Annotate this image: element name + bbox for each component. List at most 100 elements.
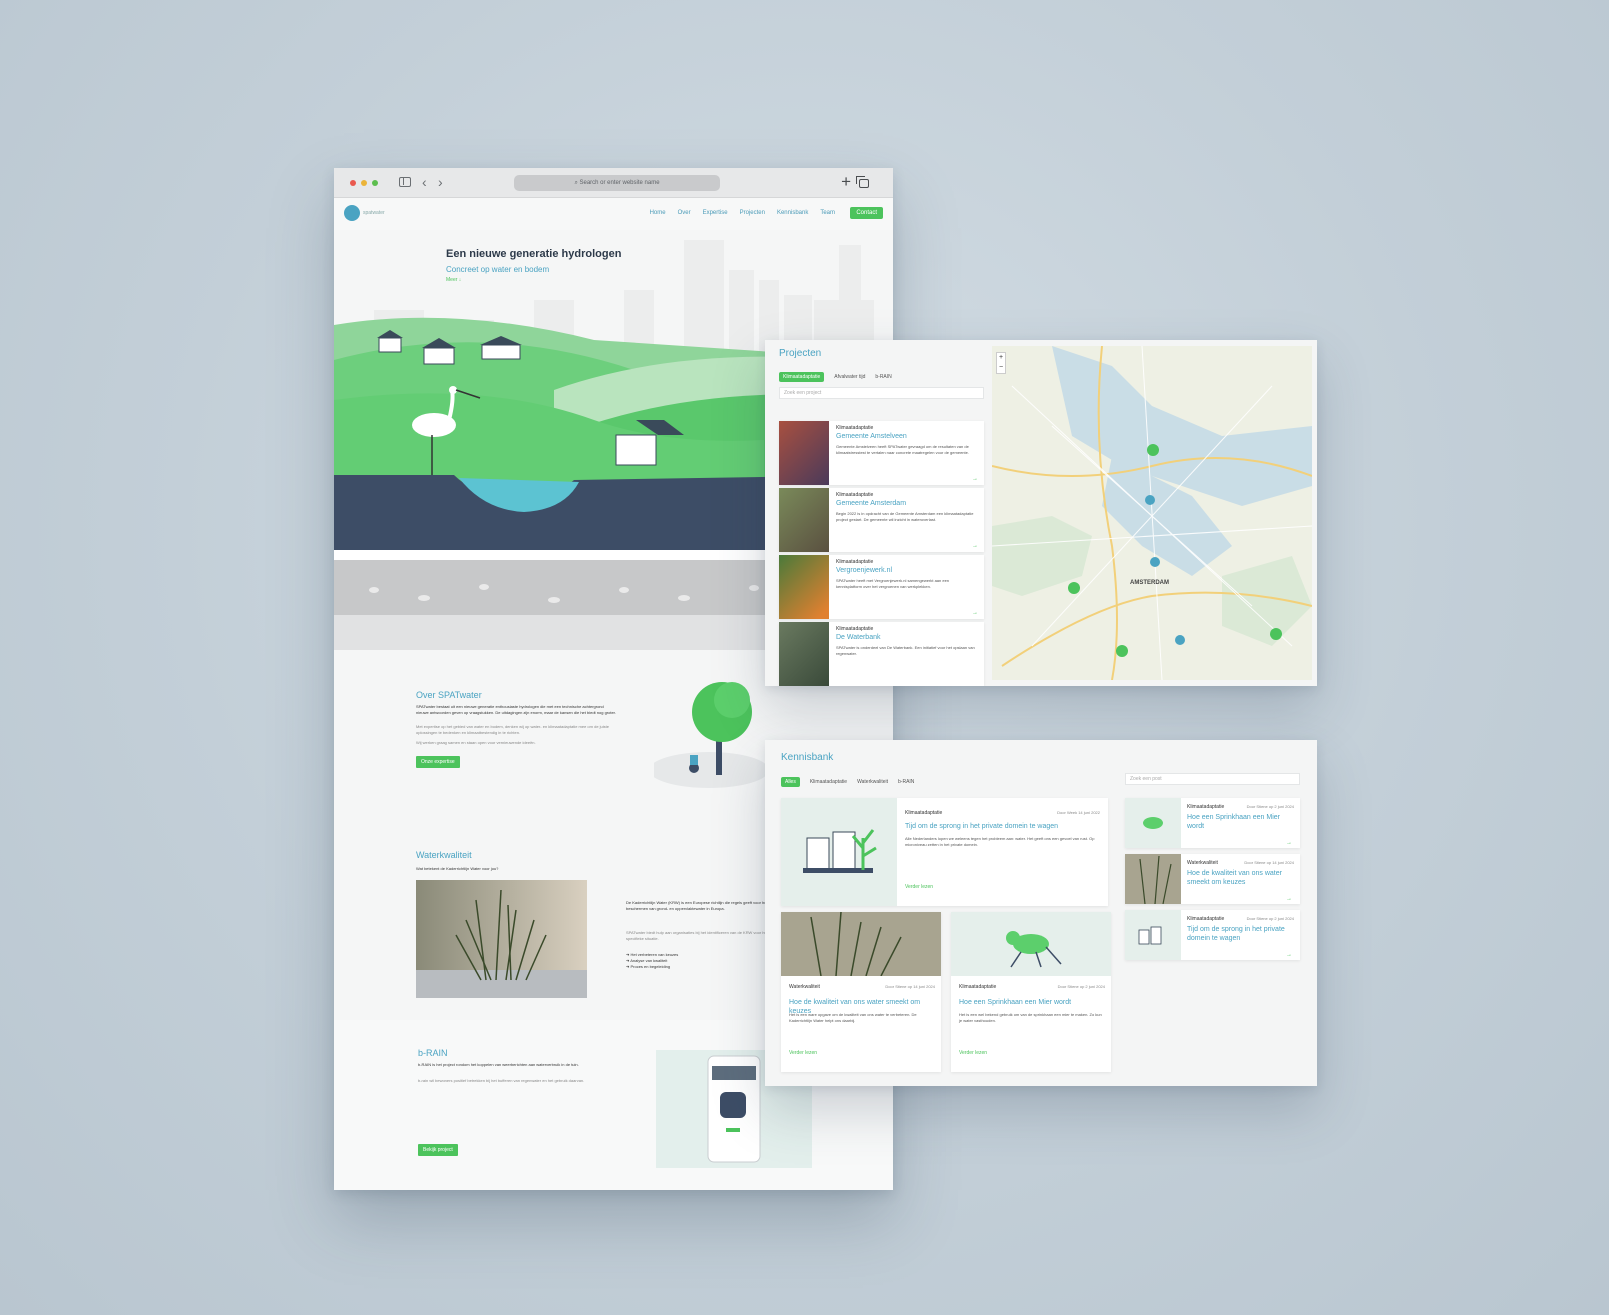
arrow-right-icon[interactable]: → <box>1286 952 1292 958</box>
read-more-link[interactable]: Verder lezen <box>789 1050 817 1056</box>
filter-alles[interactable]: Alles <box>781 777 800 787</box>
map-marker-icon <box>1147 444 1159 456</box>
logo-icon[interactable] <box>344 205 360 221</box>
address-bar[interactable]: ⌕ Search or enter website name <box>514 175 720 191</box>
post-title[interactable]: Hoe de kwaliteit van ons water smeekt om… <box>1187 869 1293 887</box>
project-card[interactable]: Klimaatadaptatie Gemeente Amstelveen Gem… <box>779 421 984 485</box>
new-tab-icon[interactable]: + <box>841 172 851 192</box>
post-category: Klimaatadaptatie <box>905 810 943 816</box>
post-card[interactable]: Waterkwaliteit Door Stiene op 14 juni 20… <box>781 912 941 1072</box>
side-post-card[interactable]: Waterkwaliteit Door Stiene op 14 juni 20… <box>1125 854 1300 904</box>
nav-link-kennisbank[interactable]: Kennisbank <box>777 210 808 216</box>
reeds-photo <box>416 880 587 998</box>
post-title[interactable]: Hoe een Sprinkhaan een Mier wordt <box>1187 813 1293 831</box>
forward-icon[interactable]: › <box>438 174 443 190</box>
project-category: Klimaatadaptatie <box>836 492 874 498</box>
filter-klimaatadaptatie[interactable]: Klimaatadaptatie <box>779 372 825 382</box>
post-title[interactable]: Tijd om de sprong in het private domein … <box>905 822 1100 831</box>
project-card[interactable]: Klimaatadaptatie De Waterbank SPATwater … <box>779 622 984 686</box>
filter-waterkwaliteit[interactable]: Waterkwaliteit <box>857 779 888 785</box>
post-date: Door Stiene op 2 juni 2024 <box>1057 984 1105 989</box>
reeds-thumbnail <box>1125 854 1181 904</box>
map-city-label: AMSTERDAM <box>1130 580 1169 586</box>
project-name[interactable]: Vergroenjewerk.nl <box>836 567 892 574</box>
maximize-window-button[interactable] <box>372 180 378 186</box>
post-search-input[interactable]: Zoek een post <box>1125 773 1300 785</box>
project-map[interactable]: + − AMSTERDAM <box>992 346 1312 680</box>
project-name[interactable]: De Waterbank <box>836 634 880 641</box>
arrow-right-icon[interactable]: → <box>1286 840 1292 846</box>
tab-overview-icon[interactable] <box>856 176 869 188</box>
project-card[interactable]: Klimaatadaptatie Gemeente Amsterdam Begi… <box>779 488 984 552</box>
project-thumbnail <box>779 555 829 619</box>
project-category: Klimaatadaptatie <box>836 626 874 632</box>
brain-title: b-RAIN <box>418 1048 448 1058</box>
nav-link-projecten[interactable]: Projecten <box>740 210 765 216</box>
post-category: Klimaatadaptatie <box>1187 804 1225 810</box>
map-marker-icon <box>1270 628 1282 640</box>
kennisbank-panel: Kennisbank Alles Klimaatadaptatie Waterk… <box>765 740 1317 1086</box>
filter-brain[interactable]: b-RAIN <box>875 374 891 380</box>
arrow-right-icon[interactable]: → <box>972 476 978 482</box>
nav-link-home[interactable]: Home <box>650 210 666 216</box>
projecten-title: Projecten <box>779 348 822 359</box>
hero-subtitle: Concreet op water en bodem <box>446 265 550 274</box>
houses-illustration <box>781 798 897 906</box>
post-card[interactable]: Klimaatadaptatie Door Stiene op 2 juni 2… <box>951 912 1111 1072</box>
nav-link-team[interactable]: Team <box>820 210 835 216</box>
side-post-card[interactable]: Klimaatadaptatie Door Stiene op 2 juni 2… <box>1125 798 1300 848</box>
project-thumbnail <box>779 421 829 485</box>
side-post-card[interactable]: Klimaatadaptatie Door Stiene op 2 juni 2… <box>1125 910 1300 960</box>
post-category: Waterkwaliteit <box>1187 860 1218 866</box>
featured-post-card[interactable]: Klimaatadaptatie Door Week 14 juni 2022 … <box>781 798 1108 906</box>
read-more-link[interactable]: Verder lezen <box>905 884 933 890</box>
post-category: Waterkwaliteit <box>789 984 820 990</box>
post-title[interactable]: Hoe een Sprinkhaan een Mier wordt <box>959 998 1105 1007</box>
project-thumbnail <box>779 488 829 552</box>
map-marker-icon <box>1145 495 1155 505</box>
project-search-input[interactable]: Zoek een project <box>779 387 984 399</box>
logo-text[interactable]: spatwater <box>363 210 385 216</box>
arrow-right-icon[interactable]: → <box>972 543 978 549</box>
post-category: Klimaatadaptatie <box>959 984 997 990</box>
nav-link-over[interactable]: Over <box>678 210 691 216</box>
over-title: Over SPATwater <box>416 690 482 700</box>
sidebar-toggle-icon[interactable] <box>399 177 411 187</box>
filter-brain[interactable]: b-RAIN <box>898 779 914 785</box>
post-date: Door Week 14 juni 2022 <box>1057 810 1100 815</box>
map-marker-icon <box>1175 635 1185 645</box>
kennisbank-title: Kennisbank <box>781 752 834 763</box>
back-icon[interactable]: ‹ <box>422 174 427 190</box>
project-thumbnail <box>779 622 829 686</box>
close-window-button[interactable] <box>350 180 356 186</box>
over-paragraph-2: Met expertise op het gebied van water en… <box>416 724 609 735</box>
waterkwaliteit-paragraph-2: SPATwater biedt hulp aan organisaties bi… <box>626 930 769 941</box>
post-description: Het is een ware opgave om de kwaliteit v… <box>789 1012 917 1023</box>
post-title[interactable]: Tijd om de sprong in het private domein … <box>1187 925 1293 943</box>
read-more-link[interactable]: Verder lezen <box>959 1050 987 1056</box>
hero-more-link[interactable]: Meer ↓ <box>446 277 461 283</box>
kennisbank-filters: Alles Klimaatadaptatie Waterkwaliteit b-… <box>781 777 914 787</box>
grasshopper-illustration <box>951 912 1111 976</box>
arrow-right-icon[interactable]: → <box>1286 896 1292 902</box>
reeds-photo <box>781 912 941 976</box>
filter-afvalwater[interactable]: Afvalwater tijd <box>834 374 865 380</box>
contact-button[interactable]: Contact <box>850 207 883 219</box>
filter-klimaatadaptatie[interactable]: Klimaatadaptatie <box>810 779 847 785</box>
post-category: Klimaatadaptatie <box>1187 916 1225 922</box>
brain-project-button[interactable]: Bekijk project <box>418 1144 458 1156</box>
project-name[interactable]: Gemeente Amstelveen <box>836 433 907 440</box>
project-description: SPATwater heeft met Vergroenjewerk.nl sa… <box>836 578 950 589</box>
arrow-right-icon[interactable]: → <box>972 610 978 616</box>
waterkwaliteit-bullet-3: ➔ Proces en begeleiding <box>626 964 671 969</box>
project-card[interactable]: Klimaatadaptatie Vergroenjewerk.nl SPATw… <box>779 555 984 619</box>
expertise-button[interactable]: Onze expertise <box>416 756 460 768</box>
brain-paragraph-2: b-rain wil bewoners positief betrekken b… <box>418 1078 585 1083</box>
nav-link-expertise[interactable]: Expertise <box>703 210 728 216</box>
minimize-window-button[interactable] <box>361 180 367 186</box>
browser-toolbar: ‹ › ⌕ Search or enter website name + <box>334 168 893 198</box>
project-name[interactable]: Gemeente Amsterdam <box>836 500 906 507</box>
nav-links: Home Over Expertise Projecten Kennisbank… <box>650 210 835 216</box>
map-marker-icon <box>1116 645 1128 657</box>
post-description: Alle Nederlanders lopen we weleens tegen… <box>905 836 1095 847</box>
